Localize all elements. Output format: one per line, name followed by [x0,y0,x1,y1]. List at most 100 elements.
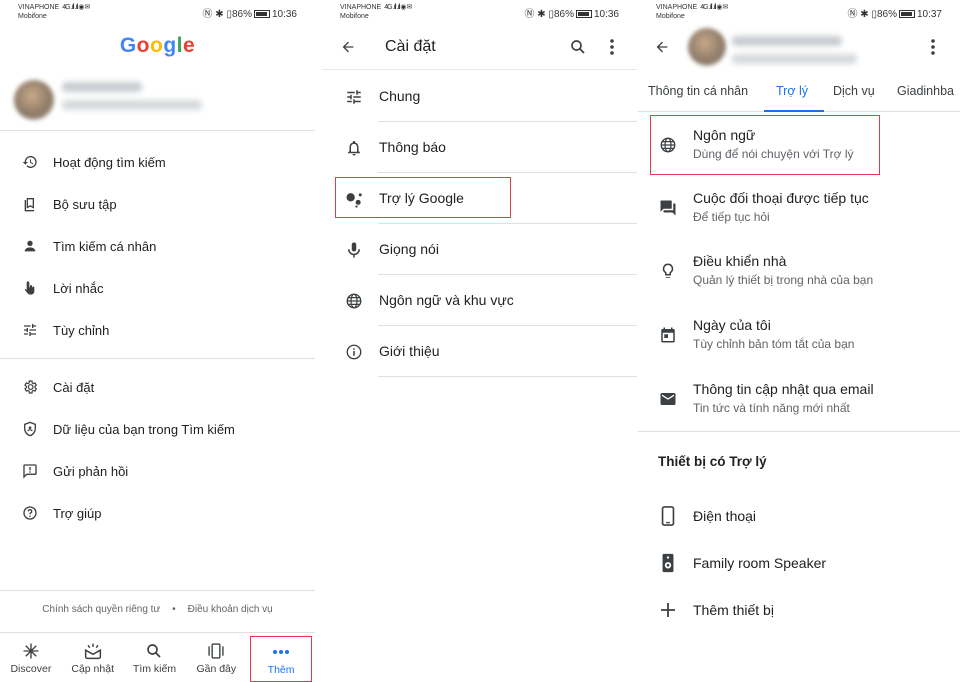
assistant-item-my-day[interactable]: Ngày của tôi Tùy chỉnh bản tóm tắt của b… [638,305,960,367]
settings-item-voice[interactable]: Giọng nói [322,224,637,275]
bell-icon [344,138,364,158]
status-right: Ⓝ ✱ ▯86% 10:37 [847,5,942,20]
back-arrow-icon[interactable] [653,38,671,56]
tab-personal-info[interactable]: Thông tin cá nhân [648,84,748,98]
search-icon[interactable] [569,38,587,56]
menu-item-search-activity[interactable]: Hoạt động tìm kiếm [0,141,315,183]
back-arrow-icon[interactable] [339,38,357,56]
google-app-menu-panel: VINAPHONE 4G .ıll .ıll ◉ ✉ Mobifone Ⓝ ✱ ▯… [0,0,315,682]
divider [0,590,315,591]
bluetooth-icon: ✱ [860,9,869,20]
account-email-blurred [732,54,857,64]
nav-label: Tìm kiếm [132,662,177,675]
menu-item-reminders[interactable]: Lời nhắc [0,267,315,309]
carrier-2: Mobifone [656,13,685,20]
tab-assistant[interactable]: Trợ lý [776,84,808,98]
asterisk-icon [22,641,40,661]
nav-more[interactable]: Thêm [250,636,312,682]
settings-item-google-assistant[interactable]: Trợ lý Google [322,173,637,224]
carrier-1: VINAPHONE [18,4,60,11]
device-label: Điện thoại [693,508,757,524]
nfc-icon: Ⓝ [847,9,858,20]
status-right: Ⓝ ✱ ▯86% 10:36 [524,5,619,20]
footer-links: Chính sách quyền riêng tư • Điều khoản dịc… [0,604,315,615]
assistant-item-home-control[interactable]: Điều khiển nhà Quản lý thiết bị trong nh… [638,241,960,303]
settings-label: Trợ lý Google [379,190,464,206]
battery-icon [575,10,592,18]
phone-icon [658,506,678,526]
menu-label: Tìm kiếm cá nhân [53,238,157,254]
account-profile-blurred[interactable] [14,70,214,128]
avatar [688,28,726,66]
menu-item-your-data[interactable]: Dữ liệu của bạn trong Tìm kiếm [0,408,315,450]
item-title: Thông tin cập nhật qua email [693,381,874,397]
carrier-1: VINAPHONE [656,4,698,11]
settings-label: Chung [379,88,421,104]
item-title: Ngày của tôi [693,317,771,333]
menu-label: Tùy chỉnh [53,322,110,338]
more-dots-icon [272,642,290,662]
assistant-settings-panel: VINAPHONE 4G .ıll .ıll ◉ ✉ Mobifone Ⓝ ✱ ▯… [638,0,960,682]
item-title: Điều khiển nhà [693,253,787,269]
nav-search[interactable]: Tìm kiếm [124,633,186,682]
menu-label: Cài đặt [53,379,95,395]
nav-updates[interactable]: Cập nhật [62,633,124,682]
carrier-1: VINAPHONE [340,4,382,11]
menu-item-personal-search[interactable]: Tìm kiếm cá nhân [0,225,315,267]
settings-item-general[interactable]: Chung [322,71,637,122]
assistant-item-language[interactable]: Ngôn ngữ Dùng để nói chuyện với Trợ lý [638,115,960,177]
menu-item-help[interactable]: Trợ giúp [0,492,315,534]
avatar [14,80,54,120]
privacy-policy-link[interactable]: Chính sách quyền riêng tư [42,604,160,615]
device-label: Thêm thiết bị [693,602,774,618]
assistant-icon [344,189,364,209]
nav-discover[interactable]: Discover [0,633,62,682]
status-bar: VINAPHONE 4G .ıll .ıll ◉ ✉ Mobifone Ⓝ ✱ ▯… [322,0,637,24]
assistant-item-continued-conversation[interactable]: Cuộc đối thoại được tiếp tục Để tiếp tục… [638,178,960,240]
menu-item-settings[interactable]: Cài đặt [0,366,315,408]
device-label: Family room Speaker [693,555,827,571]
active-tab-indicator [764,110,824,112]
settings-app-bar: Cài đặt [322,24,637,70]
settings-item-notifications[interactable]: Thông báo [322,122,637,173]
nav-label: Thêm [267,664,295,676]
nfc-icon: Ⓝ [202,9,213,20]
menu-item-customize[interactable]: Tùy chỉnh [0,309,315,351]
globe-icon [658,135,678,155]
account-header-blurred [688,26,863,68]
device-item-phone[interactable]: Điện thoại [638,494,960,538]
battery-icon [253,10,270,18]
carrier-info: VINAPHONE 4G .ıll .ıll ◉ ✉ Mobifone [18,4,90,20]
mic-icon [344,240,364,260]
overflow-menu-icon[interactable] [928,38,938,56]
updates-icon [83,641,103,661]
feedback-icon [22,463,38,479]
settings-item-about[interactable]: Giới thiệu [322,326,637,377]
device-item-add[interactable]: Thêm thiết bị [638,588,960,632]
menu-item-collections[interactable]: Bộ sưu tập [0,183,315,225]
divider [378,376,637,377]
item-subtitle: Tùy chỉnh bản tóm tắt của bạn [693,337,855,351]
battery-percent: 86% [876,9,897,20]
terms-of-service-link[interactable]: Điều khoản dịch vụ [188,604,273,615]
tab-family[interactable]: Giadinhba [897,84,954,98]
nav-label: Discover [10,662,52,675]
device-item-speaker[interactable]: Family room Speaker [638,541,960,585]
menu-label: Gửi phản hồi [53,463,129,479]
nav-recent[interactable]: Gần đây [185,633,247,682]
battery-icon [898,10,915,18]
chat-icon [658,198,678,218]
bluetooth-icon: ✱ [215,9,224,20]
menu-label: Lời nhắc [53,280,104,296]
help-icon [22,505,38,521]
settings-item-language-region[interactable]: Ngôn ngữ và khu vực [322,275,637,326]
status-bar: VINAPHONE 4G .ıll .ıll ◉ ✉ Mobifone Ⓝ ✱ ▯… [638,0,960,24]
overflow-menu-icon[interactable] [603,38,621,56]
tab-services[interactable]: Dịch vụ [833,84,875,98]
menu-item-send-feedback[interactable]: Gửi phản hồi [0,450,315,492]
footer-separator: • [172,604,176,615]
clock: 10:37 [916,9,942,20]
menu-label: Bộ sưu tập [53,196,117,212]
assistant-item-email-updates[interactable]: Thông tin cập nhật qua email Tin tức và … [638,369,960,431]
settings-label: Thông báo [379,139,446,155]
